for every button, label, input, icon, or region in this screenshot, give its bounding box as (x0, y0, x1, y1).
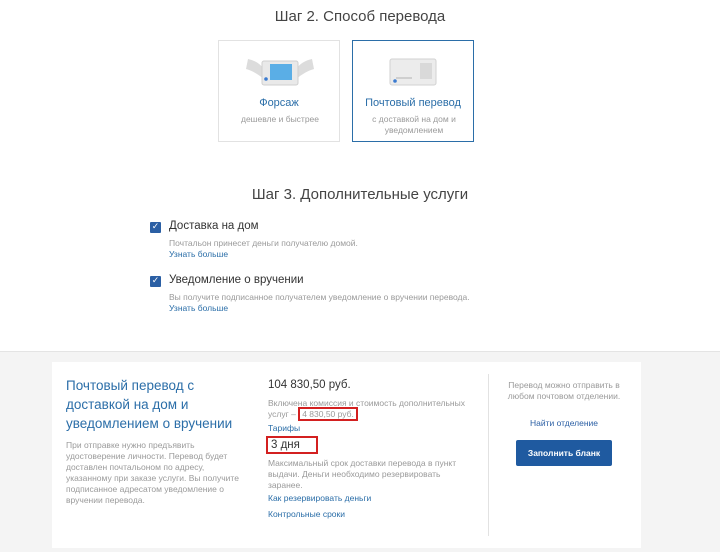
commission-amount: 4 830,50 руб. (298, 407, 358, 421)
fill-form-button[interactable]: Заполнить бланк (516, 440, 612, 466)
method-subtitle: с доставкой на дом и уведомлением (372, 114, 456, 135)
method-card-postal[interactable]: Почтовый перевод с доставкой на дом и ув… (352, 40, 474, 142)
delivery-days-desc: Максимальный срок доставки перевода в пу… (268, 458, 457, 490)
find-office-link[interactable]: Найти отделение (504, 418, 624, 428)
notification-checkbox[interactable]: ✓ (150, 276, 161, 287)
summary-note: При отправке нужно предъявить удостовере… (66, 440, 239, 505)
divider (488, 374, 489, 536)
option-title[interactable]: Уведомление о вручении (169, 274, 304, 286)
option-desc: Вы получите подписанное получателем увед… (169, 292, 470, 302)
home-delivery-checkbox[interactable]: ✓ (150, 222, 161, 233)
method-title: Форсаж (259, 97, 299, 109)
office-note: Перевод можно отправить в любом почтовом… (507, 380, 621, 401)
delivery-days: 3 дня (266, 436, 318, 454)
control-deadlines-link[interactable]: Контрольные сроки (268, 509, 345, 519)
summary-card: Почтовый перевод с доставкой на дом и ув… (52, 362, 641, 548)
learn-more-link[interactable]: Узнать больше (169, 249, 228, 259)
summary-title: Почтовый перевод с доставкой на дом и ув… (66, 378, 233, 431)
winged-envelope-icon (246, 59, 314, 86)
option-title[interactable]: Доставка на дом (169, 220, 259, 232)
reserve-money-link[interactable]: Как резервировать деньги (268, 493, 371, 503)
method-title: Почтовый перевод (365, 97, 461, 109)
step2-title: Шаг 2. Способ перевода (274, 8, 446, 25)
tariffs-link[interactable]: Тарифы (268, 423, 300, 433)
option-desc: Почтальон принесет деньги получателю дом… (169, 238, 358, 248)
step3-title: Шаг 3. Дополнительные услуги (251, 186, 469, 203)
postal-envelope-icon (389, 58, 437, 86)
total-price: 104 830,50 руб. (268, 379, 351, 391)
method-subtitle: дешевле и быстрее (240, 114, 319, 124)
learn-more-link[interactable]: Узнать больше (169, 303, 228, 313)
method-card-forsazh[interactable]: Форсаж дешевле и быстрее (218, 40, 340, 142)
commission-info: Включена комиссия и стоимость дополнител… (268, 398, 478, 421)
